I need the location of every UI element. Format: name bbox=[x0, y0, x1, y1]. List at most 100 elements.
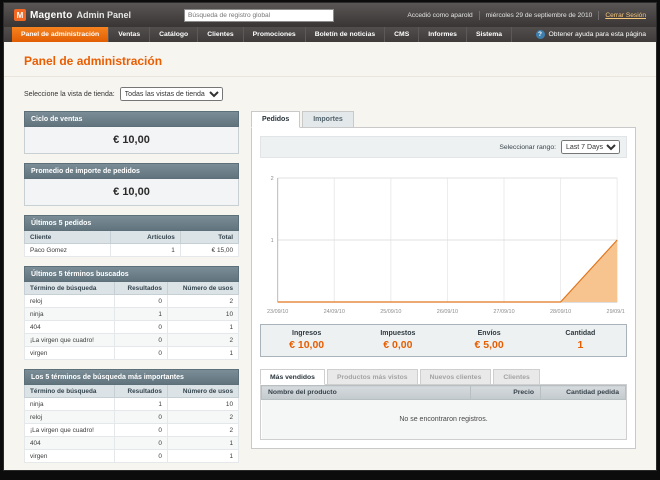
svg-text:28/09/10: 28/09/10 bbox=[550, 309, 571, 315]
chart-area: 23/09/10 24/09/10 25/09/10 26/09/10 27/09/10… bbox=[260, 158, 627, 316]
col-header: Cliente bbox=[23, 231, 112, 244]
nav-catalog[interactable]: Catálogo bbox=[150, 27, 199, 42]
stat-value: € 10,00 bbox=[289, 339, 325, 351]
page-header: Panel de administración bbox=[4, 42, 656, 77]
table-row: ninja 1 10 bbox=[23, 307, 240, 321]
nav-promotions[interactable]: Promociones bbox=[244, 27, 306, 42]
cell: 0 bbox=[114, 333, 168, 347]
header-date: miércoles 29 de septiembre de 2010 bbox=[485, 11, 593, 19]
average-order-box: Promedio de importe de pedidos € 10,00 bbox=[24, 163, 239, 206]
cell: ¡La virgen que cuadro! bbox=[23, 333, 116, 347]
products-table: Nombre del producto Precio Cantidad pedi… bbox=[261, 385, 626, 439]
range-select[interactable]: Last 7 Days bbox=[561, 140, 620, 154]
cell: 404 bbox=[23, 436, 116, 450]
svg-text:29/09/10: 29/09/10 bbox=[607, 309, 625, 315]
range-bar: Seleccionar rango: Last 7 Days bbox=[260, 136, 627, 158]
logo-name: Magento bbox=[30, 9, 73, 21]
table-header-row: Término de búsqueda Resultados Número de… bbox=[23, 282, 240, 295]
cell: 1 bbox=[166, 436, 240, 450]
lifetime-sales-title: Ciclo de ventas bbox=[24, 111, 239, 127]
page-help-link[interactable]: ? Obtener ayuda para esta página bbox=[535, 27, 657, 42]
lifetime-sales-box: Ciclo de ventas € 10,00 bbox=[24, 111, 239, 154]
table-row: 404 0 1 bbox=[23, 320, 240, 334]
col-header: Resultados bbox=[114, 385, 168, 398]
nav-customers[interactable]: Clientes bbox=[198, 27, 244, 42]
header: M Magento Admin Panel Accedió como aparo… bbox=[4, 3, 656, 27]
logout-link[interactable]: Cerrar Sesión bbox=[605, 12, 646, 19]
magento-admin-window: M Magento Admin Panel Accedió como aparo… bbox=[4, 3, 656, 470]
stat-label: Impuestos bbox=[380, 330, 416, 337]
cell: ninja bbox=[23, 307, 116, 321]
nav-cms[interactable]: CMS bbox=[385, 27, 420, 42]
cell: 1 bbox=[110, 243, 181, 257]
help-icon: ? bbox=[535, 30, 545, 39]
divider bbox=[598, 10, 600, 20]
global-search-input[interactable] bbox=[184, 8, 334, 22]
tab-amounts[interactable]: Importes bbox=[302, 111, 354, 128]
main-nav: Panel de administración Ventas Catálogo … bbox=[4, 27, 656, 42]
empty-message: No se encontraron registros. bbox=[261, 399, 626, 439]
cell: 1 bbox=[114, 397, 168, 411]
tab-bestsellers[interactable]: Más vendidos bbox=[260, 369, 325, 385]
store-view-select[interactable]: Todas las vistas de tienda bbox=[119, 87, 223, 101]
stat-label: Ingresos bbox=[292, 330, 322, 337]
stat-tax: Impuestos € 0,00 bbox=[352, 325, 443, 356]
empty-row: No se encontraron registros. bbox=[261, 399, 626, 439]
table-row: ¡La virgen que cuadro! 0 2 bbox=[23, 333, 240, 347]
col-header: Resultados bbox=[114, 282, 168, 295]
cell: € 15,00 bbox=[179, 243, 240, 257]
cell: 0 bbox=[114, 436, 168, 450]
totals-bar: Ingresos € 10,00 Impuestos € 0,00 Envíos… bbox=[260, 324, 627, 357]
cell: 0 bbox=[114, 294, 168, 308]
table-row: ninja 1 10 bbox=[23, 397, 240, 411]
stat-revenue: Ingresos € 10,00 bbox=[261, 325, 352, 356]
table-header-row: Nombre del producto Precio Cantidad pedi… bbox=[261, 385, 626, 400]
cell: ¡La virgen que cuadro! bbox=[23, 423, 116, 437]
cell: 2 bbox=[166, 423, 240, 437]
table-header-row: Cliente Artículos Total bbox=[23, 231, 240, 244]
cell: 1 bbox=[166, 320, 240, 334]
stat-value: 1 bbox=[577, 339, 584, 351]
last-search-terms-title: Últimos 5 términos buscados bbox=[24, 266, 239, 282]
cell: reloj bbox=[23, 294, 116, 308]
nav-system[interactable]: Sistema bbox=[467, 27, 513, 42]
col-header: Término de búsqueda bbox=[23, 282, 116, 295]
cell: Paco Gomez bbox=[23, 243, 112, 257]
col-header: Número de usos bbox=[166, 385, 240, 398]
tab-most-viewed[interactable]: Productos más vistos bbox=[326, 369, 418, 385]
tab-customers[interactable]: Clientes bbox=[493, 369, 540, 385]
logo-suffix: Admin Panel bbox=[76, 10, 132, 20]
table-row: reloj 0 2 bbox=[23, 294, 240, 308]
tab-orders[interactable]: Pedidos bbox=[251, 111, 301, 128]
cell: ninja bbox=[23, 397, 116, 411]
cell: 10 bbox=[166, 397, 240, 411]
table-header-row: Término de búsqueda Resultados Número de… bbox=[23, 385, 240, 398]
orders-chart: 23/09/10 24/09/10 25/09/10 26/09/10 27/09/10… bbox=[267, 176, 625, 315]
divider bbox=[478, 10, 480, 20]
table-row: virgen 0 1 bbox=[23, 346, 240, 360]
average-order-title: Promedio de importe de pedidos bbox=[24, 163, 239, 179]
col-header: Precio bbox=[470, 385, 541, 400]
svg-text:27/09/10: 27/09/10 bbox=[493, 309, 514, 315]
svg-text:25/09/10: 25/09/10 bbox=[380, 309, 401, 315]
nav-newsletter[interactable]: Boletín de noticias bbox=[306, 27, 386, 42]
stat-label: Cantidad bbox=[565, 330, 596, 337]
nav-dashboard[interactable]: Panel de administración bbox=[12, 27, 110, 42]
stat-label: Envíos bbox=[477, 330, 501, 337]
magento-logo-icon: M bbox=[14, 9, 26, 21]
dashboard-main: Pedidos Importes Seleccionar rango: Last… bbox=[251, 111, 636, 449]
range-label: Seleccionar rango: bbox=[499, 143, 556, 151]
cell: 0 bbox=[114, 449, 168, 463]
tab-new-customers[interactable]: Nuevos clientes bbox=[419, 369, 492, 385]
cell: 0 bbox=[114, 410, 168, 424]
cell: 1 bbox=[166, 346, 240, 360]
nav-sales[interactable]: Ventas bbox=[109, 27, 151, 42]
table-row: virgen 0 1 bbox=[23, 449, 240, 463]
cell: 1 bbox=[166, 449, 240, 463]
cell: 2 bbox=[166, 294, 240, 308]
last-orders-box: Últimos 5 pedidos Cliente Artículos Tota… bbox=[23, 215, 240, 257]
stat-value: € 5,00 bbox=[474, 339, 504, 351]
grid-tabs: Más vendidos Productos más vistos Nuevos… bbox=[260, 369, 627, 385]
stat-shipping: Envíos € 5,00 bbox=[444, 325, 535, 356]
nav-reports[interactable]: Informes bbox=[419, 27, 467, 42]
